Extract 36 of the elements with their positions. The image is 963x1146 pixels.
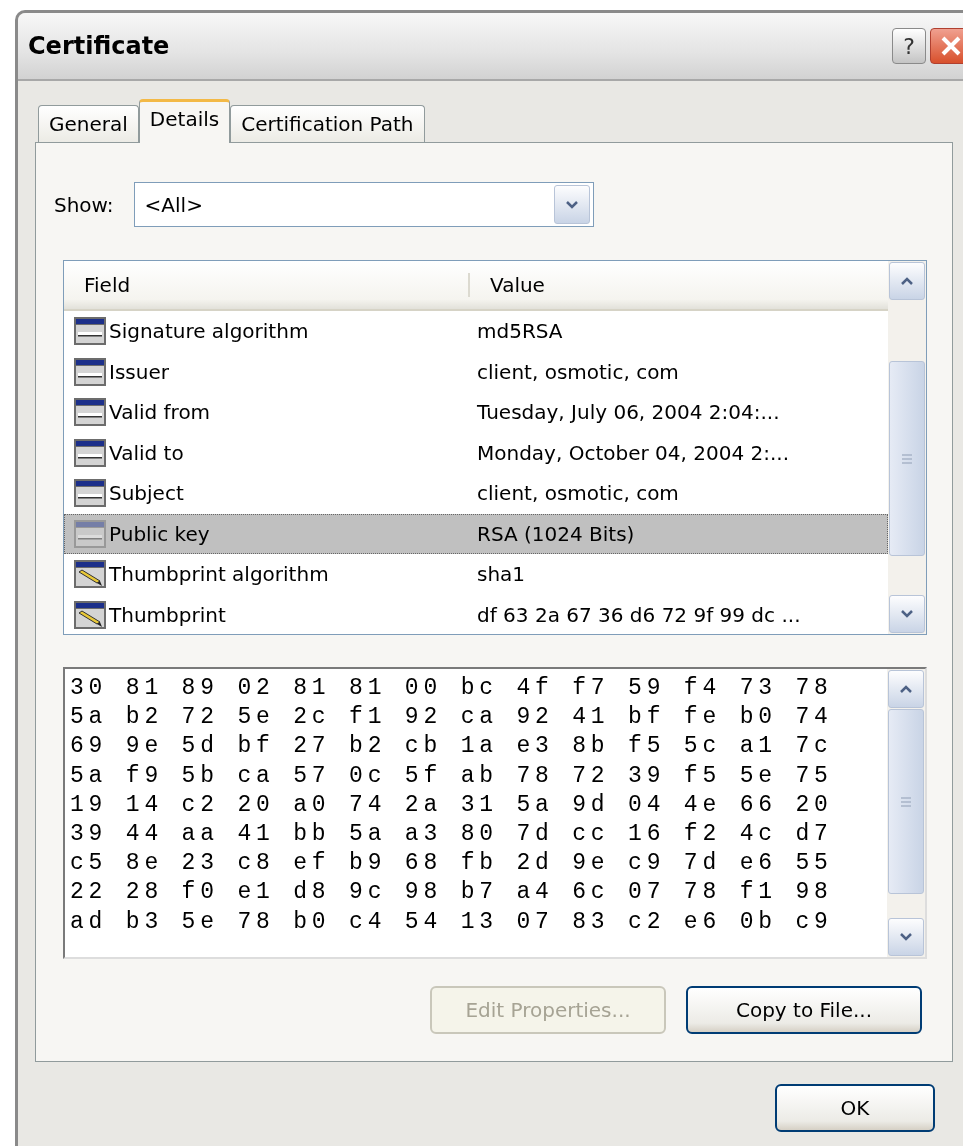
list-row[interactable]: Valid to Monday, October 04, 2004 2:... — [64, 432, 888, 473]
ok-button[interactable]: OK — [775, 1084, 935, 1132]
field-name: Valid to — [109, 440, 185, 465]
field-name: Issuer — [109, 359, 170, 384]
tab[interactable]: Certification Path — [230, 105, 425, 142]
show-dropdown[interactable]: <All> — [133, 182, 594, 227]
tab[interactable]: Details — [138, 99, 231, 143]
field-name: Thumbprint — [109, 602, 227, 627]
field-name: Valid from — [109, 400, 212, 425]
field-value: client, osmotic, com — [476, 359, 679, 384]
hex-text: 30 81 89 02 81 81 00 bc 4f f7 59 f4 73 78 5a b2 72 5e 2c f1 92 ca 92 41 bf fe b0 74 69 9e 5d bf 27 b2 cb 1a e3 8b f5 5c a1 7c 5a f9 5b ca 57 0c 5f ab 78 72 39 f5 5e 75 19 14 c2 20 a0 74 2a 31 5a 9d 04 4e 66 20 39 44 aa 41 bb 5a a3 80 7d cc 16 f2 4c d7 c5 8e 23 c8 ef b9 68 fb 2d 9e c9 7d e6 55 22 28 f0 e1 d8 9c 98 b7 a4 6c 07 78 f1 98 ad b3 5e 78 b0 c4 54 13 07 83 c2 e6 0b c9 — [69, 674, 834, 937]
column-header[interactable]: Field — [64, 273, 470, 297]
tab[interactable]: General — [38, 105, 139, 142]
list-row[interactable]: Valid from Tuesday, July 06, 2004 2:04:... — [64, 392, 888, 433]
list-row[interactable]: Signature algorithm md5RSA — [64, 311, 888, 352]
field-value: md5RSA — [476, 319, 563, 344]
list-row[interactable]: Issuer client, osmotic, com — [64, 351, 888, 392]
window-title: Certificate — [28, 32, 171, 60]
list-row[interactable]: Thumbprint algorithm sha1 — [64, 554, 888, 595]
field-name: Subject — [109, 481, 185, 506]
field-value: client, osmotic, com — [476, 481, 679, 506]
list-row[interactable]: Public key RSA (1024 Bits) — [64, 513, 888, 554]
field-value: Tuesday, July 06, 2004 2:04:... — [476, 400, 780, 425]
show-label: Show: — [54, 192, 114, 217]
help-button[interactable]: ? — [892, 28, 926, 64]
column-header[interactable]: Value — [470, 273, 545, 297]
field-name: Public key — [109, 521, 211, 546]
list-row[interactable]: Subject client, osmotic, com — [64, 473, 888, 514]
field-value: sha1 — [476, 562, 526, 587]
field-name: Thumbprint algorithm — [109, 562, 330, 587]
field-name: Signature algorithm — [109, 319, 310, 344]
copy-to-file-button[interactable]: Copy to File... — [686, 986, 922, 1034]
field-value: RSA (1024 Bits) — [476, 521, 635, 546]
list-row[interactable]: Thumbprint df 63 2a 67 36 d6 72 9f 99 dc ... — [64, 594, 888, 634]
field-value: df 63 2a 67 36 d6 72 9f 99 dc ... — [476, 602, 801, 627]
field-value: Monday, October 04, 2004 2:... — [476, 440, 790, 465]
